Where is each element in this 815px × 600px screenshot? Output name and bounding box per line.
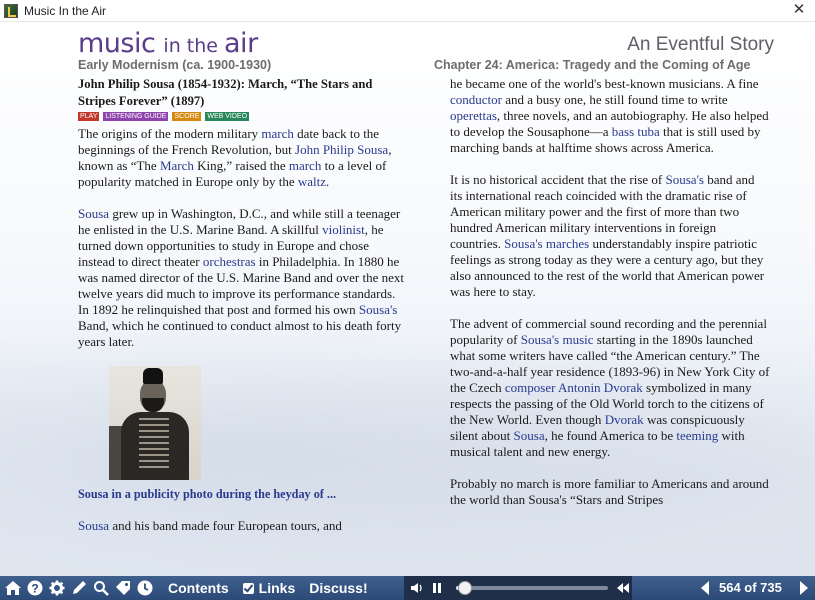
- badge-score[interactable]: SCORE: [172, 112, 202, 121]
- home-icon[interactable]: [4, 579, 22, 597]
- glossary-link[interactable]: Sousa's marches: [504, 236, 589, 251]
- glossary-link[interactable]: conductor: [450, 92, 502, 107]
- next-page-icon[interactable]: [794, 579, 812, 597]
- paragraph: Probably no march is more familiar to Am…: [450, 476, 770, 508]
- paragraph-text: he became one of the world's best-known …: [450, 76, 759, 91]
- right-column: he became one of the world's best-known …: [450, 76, 770, 524]
- glossary-link[interactable]: John Philip Sousa: [295, 142, 388, 157]
- photo-caption-link[interactable]: Sousa in a publicity photo during the he…: [78, 486, 408, 502]
- badge-play[interactable]: PLAY: [78, 112, 100, 121]
- contents-button[interactable]: Contents: [168, 580, 229, 596]
- paragraph-text: Probably no march is more familiar to Am…: [450, 476, 769, 507]
- window-title: Music In the Air: [24, 3, 107, 18]
- paragraph: The advent of commercial sound recording…: [450, 316, 770, 460]
- glossary-link[interactable]: teeming: [676, 428, 718, 443]
- rewind-icon[interactable]: [614, 579, 632, 597]
- glossary-link[interactable]: waltz: [298, 174, 326, 189]
- volume-icon[interactable]: [408, 579, 426, 597]
- glossary-link[interactable]: composer Antonin Dvorak: [505, 380, 643, 395]
- glossary-link[interactable]: operettas: [450, 108, 497, 123]
- glossary-link[interactable]: march: [289, 158, 321, 173]
- paragraph: Sousa and his band made four European to…: [78, 518, 408, 534]
- settings-icon[interactable]: [48, 579, 66, 597]
- glossary-link[interactable]: march: [261, 126, 293, 141]
- audio-player: [404, 576, 632, 600]
- title-bar: Music In the Air ✕: [0, 0, 815, 22]
- glossary-link[interactable]: Sousa: [78, 206, 109, 221]
- left-column: John Philip Sousa (1854-1932): March, “T…: [78, 76, 408, 550]
- close-button[interactable]: ✕: [791, 2, 807, 18]
- story-title: An Eventful Story: [627, 34, 774, 55]
- media-badges: PLAY LISTENING GUIDE SCORE WEB VIDEO: [78, 112, 408, 121]
- glossary-link[interactable]: orchestras: [203, 254, 256, 269]
- logo-word-music: music: [78, 28, 164, 59]
- help-icon[interactable]: ?: [26, 579, 44, 597]
- badge-listening-guide[interactable]: LISTENING GUIDE: [103, 112, 169, 121]
- playback-slider[interactable]: [456, 581, 608, 595]
- glossary-link[interactable]: violinist: [322, 222, 365, 237]
- glossary-link[interactable]: Dvorak: [605, 412, 644, 427]
- app-icon: [4, 3, 18, 18]
- discuss-button[interactable]: Discuss!: [309, 580, 367, 596]
- paragraph-text: and a busy one, he still found time to w…: [501, 92, 728, 107]
- paragraph: he became one of the world's best-known …: [450, 76, 770, 156]
- glossary-link[interactable]: Sousa: [78, 518, 109, 533]
- links-checkbox[interactable]: [242, 582, 254, 594]
- playback-thumb[interactable]: [458, 581, 473, 595]
- glossary-link[interactable]: Sousa's: [359, 302, 397, 317]
- bottom-toolbar: ? Contents Links Discuss! 564 of 735: [0, 576, 815, 600]
- svg-text:?: ?: [31, 582, 38, 596]
- era-heading: Early Modernism (ca. 1900-1930): [78, 58, 272, 72]
- paragraph-text: King,” raised the: [193, 158, 289, 173]
- paragraph-text: It is no historical accident that the ri…: [450, 172, 666, 187]
- logo-word-in-the: in the: [163, 35, 225, 57]
- paragraph: The origins of the modern military march…: [78, 126, 408, 190]
- content-area: music in the air An Eventful Story Early…: [0, 22, 815, 576]
- logo-word-air: air: [224, 28, 258, 59]
- links-toggle[interactable]: Links: [242, 580, 296, 596]
- sousa-photo[interactable]: [109, 366, 201, 480]
- paragraph: Sousa grew up in Washington, D.C., and w…: [78, 206, 408, 350]
- badge-web-video[interactable]: WEB VIDEO: [205, 112, 250, 121]
- glossary-link[interactable]: March: [160, 158, 194, 173]
- paragraph-text: .: [326, 174, 330, 189]
- logo: music in the air: [78, 28, 258, 59]
- paragraph-text: Band, which he continued to conduct almo…: [78, 318, 402, 349]
- glossary-link[interactable]: Sousa: [514, 428, 545, 443]
- paragraph-text: and his band made four European tours, a…: [109, 518, 342, 533]
- links-label: Links: [258, 580, 296, 596]
- paragraph: It is no historical accident that the ri…: [450, 172, 770, 300]
- chapter-heading: Chapter 24: America: Tragedy and the Com…: [434, 58, 751, 72]
- bookmark-icon[interactable]: [114, 579, 132, 597]
- page-indicator: 564 of 735: [719, 580, 782, 595]
- glossary-link[interactable]: bass tuba: [612, 124, 660, 139]
- previous-page-icon[interactable]: [697, 579, 715, 597]
- paragraph-text: , he found America to be: [544, 428, 677, 443]
- pause-icon[interactable]: [428, 579, 446, 597]
- paragraph-text: The origins of the modern military: [78, 126, 262, 141]
- glossary-link[interactable]: Sousa's: [666, 172, 704, 187]
- pen-icon[interactable]: [70, 579, 88, 597]
- piece-title: John Philip Sousa (1854-1932): March, “T…: [78, 77, 373, 108]
- glossary-link[interactable]: Sousa's music: [521, 332, 594, 347]
- search-icon[interactable]: [92, 579, 110, 597]
- history-icon[interactable]: [136, 579, 154, 597]
